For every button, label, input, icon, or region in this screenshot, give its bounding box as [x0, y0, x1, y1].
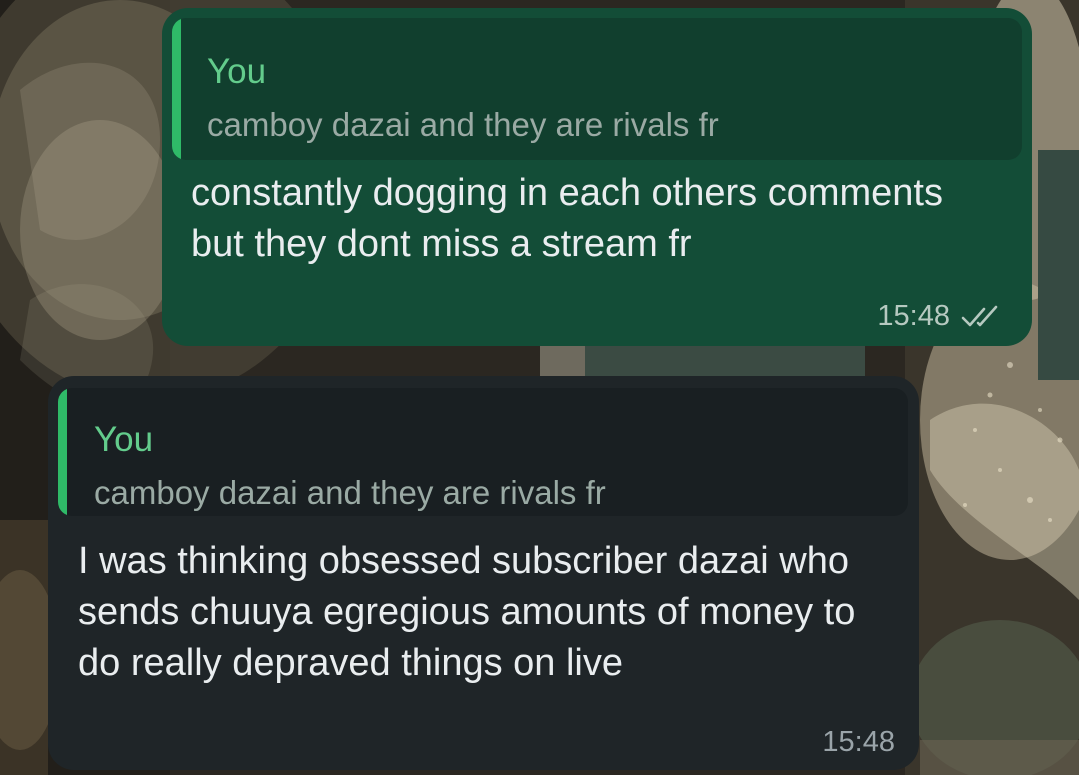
- quoted-reply[interactable]: You camboy dazai and they are rivals fr: [172, 18, 1022, 160]
- message-meta: 15:48: [877, 302, 1006, 331]
- message-timestamp: 15:48: [822, 726, 895, 758]
- message-timestamp: 15:48: [877, 300, 950, 332]
- incoming-message-bubble[interactable]: You camboy dazai and they are rivals fr …: [48, 376, 919, 770]
- message-text: constantly dogging in each others commen…: [191, 172, 943, 265]
- quote-author: You: [207, 52, 267, 91]
- quote-accent-bar: [172, 18, 181, 160]
- quote-author: You: [94, 420, 154, 459]
- outgoing-message-bubble[interactable]: You camboy dazai and they are rivals fr …: [162, 8, 1032, 346]
- double-check-icon: [961, 305, 998, 326]
- quote-text: camboy dazai and they are rivals fr: [94, 474, 606, 511]
- quoted-reply[interactable]: You camboy dazai and they are rivals fr: [58, 388, 908, 516]
- message-meta: 15:48: [822, 728, 895, 757]
- quote-accent-bar: [58, 388, 67, 516]
- quote-text: camboy dazai and they are rivals fr: [207, 106, 719, 143]
- message-text: I was thinking obsessed subscriber dazai…: [78, 540, 856, 684]
